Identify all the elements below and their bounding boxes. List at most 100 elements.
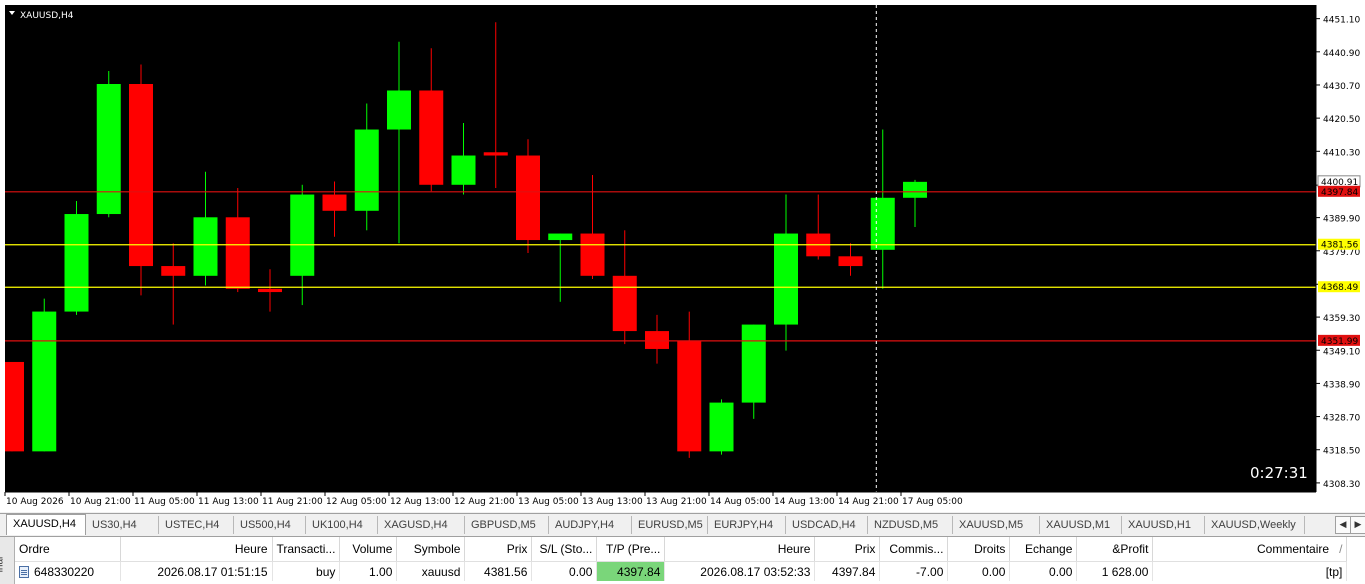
price-level-label: 4368.49: [1321, 283, 1358, 293]
price-level-label: 4397.84: [1321, 188, 1358, 198]
chart-tab[interactable]: UK100,H4: [306, 516, 378, 534]
candle-body: [903, 181, 927, 198]
tab-scroll-left-icon[interactable]: ◀: [1335, 516, 1351, 534]
chart-tab[interactable]: US30,H4: [86, 516, 159, 534]
col-price-close[interactable]: Prix: [814, 537, 881, 562]
cell-price-close: 4397.84: [814, 561, 881, 581]
candle-body: [32, 311, 57, 452]
x-tick-label: 13 Aug 21:00: [646, 497, 707, 507]
cell-order: 648330220: [15, 561, 121, 581]
col-time-close[interactable]: Heure: [664, 537, 816, 562]
y-tick-label: 4389.90: [1323, 215, 1360, 225]
chart-tab[interactable]: XAUUSD,Weekly: [1205, 516, 1305, 534]
cell-fees: 0.00: [947, 561, 1011, 581]
candle-body: [290, 194, 315, 276]
x-tick-label: 13 Aug 13:00: [582, 497, 643, 507]
candle-body: [645, 331, 669, 349]
col-fees[interactable]: Droits: [947, 537, 1011, 562]
candle-body: [64, 214, 89, 312]
col-tp[interactable]: T/P (Pre...: [596, 537, 666, 562]
cell-volume: 1.00: [339, 561, 398, 581]
candle-body: [870, 197, 895, 250]
y-tick-label: 4440.90: [1323, 49, 1360, 59]
col-profit[interactable]: &Profit: [1076, 537, 1154, 562]
x-tick-label: 12 Aug 13:00: [390, 497, 451, 507]
table-row[interactable]: 648330220 2026.08.17 01:51:15 buy 1.00 x…: [15, 561, 1348, 581]
cell-swap: 0.00: [1009, 561, 1078, 581]
cell-sl: 0.00: [531, 561, 598, 581]
chart-tab[interactable]: NZDUSD,M5: [868, 516, 953, 534]
y-tick-label: 4328.70: [1323, 414, 1360, 424]
candle-body: [774, 233, 798, 325]
candle-body: [612, 275, 637, 332]
col-order[interactable]: Ordre: [15, 537, 121, 562]
cell-type: buy: [272, 561, 341, 581]
cell-profit: 1 628.00: [1076, 561, 1154, 581]
col-type[interactable]: Transacti...: [272, 537, 341, 562]
candle-body: [129, 83, 153, 267]
chart-tab[interactable]: XAUUSD,M1: [1040, 516, 1122, 534]
cell-time-close: 2026.08.17 03:52:33: [664, 561, 816, 581]
col-volume[interactable]: Volume: [339, 537, 398, 562]
col-time-open[interactable]: Heure: [120, 537, 273, 562]
candle-body: [354, 129, 379, 211]
cell-comment: [tp]: [1152, 561, 1348, 581]
y-tick-label: 4308.30: [1323, 480, 1360, 490]
chart-tab[interactable]: GBPUSD,M5: [465, 516, 549, 534]
cell-symbol: xauusd: [396, 561, 466, 581]
terminal-panel: inal Ordre Heure Transacti... Volume Sym…: [0, 536, 1365, 584]
candle-body: [677, 340, 702, 452]
x-tick-label: 10 Aug 2026: [6, 497, 64, 507]
tab-scroll-right-icon[interactable]: ▶: [1350, 516, 1365, 534]
x-tick-label: 14 Aug 05:00: [710, 497, 771, 507]
y-tick-label: 4318.50: [1323, 447, 1360, 457]
chart-tab[interactable]: AUDJPY,H4: [549, 516, 632, 534]
candle-body: [387, 90, 411, 130]
cell-commission: -7.00: [879, 561, 949, 581]
x-tick-label: 14 Aug 13:00: [774, 497, 835, 507]
chart-tab[interactable]: XAUUSD,H1: [1122, 516, 1205, 534]
col-commission[interactable]: Commis...: [879, 537, 949, 562]
candle-body: [322, 194, 347, 211]
y-tick-label: 4451.10: [1323, 16, 1360, 26]
col-sl[interactable]: S/L (Sto...: [531, 537, 598, 562]
chart-tab[interactable]: XAUUSD,H4: [6, 514, 86, 535]
candle-body: [516, 155, 540, 241]
chart-tab[interactable]: USDCAD,H4: [786, 516, 868, 534]
cell-time-open: 2026.08.17 01:51:15: [120, 561, 273, 581]
candle-body: [709, 402, 734, 452]
candle-body: [451, 155, 476, 185]
chart-window[interactable]: 4451.104440.904430.704420.504410.304399.…: [0, 0, 1365, 512]
chart-tab[interactable]: XAGUSD,H4: [378, 516, 465, 534]
table-header-row: Ordre Heure Transacti... Volume Symbole …: [15, 537, 1348, 562]
col-comment[interactable]: Commentaire /: [1152, 537, 1348, 562]
candle-body: [96, 83, 121, 215]
col-symbol[interactable]: Symbole: [396, 537, 466, 562]
x-tick-label: 10 Aug 21:00: [70, 497, 131, 507]
candle-body: [580, 233, 605, 276]
chart-tab[interactable]: USTEC,H4: [159, 516, 234, 534]
chart-tab[interactable]: US500,H4: [234, 516, 306, 534]
candle-body: [741, 324, 766, 403]
chart-tabs-bar: XAUUSD,H4 US30,H4 USTEC,H4 US500,H4 UK100,H4…: [0, 513, 1365, 536]
x-tick-label: 11 Aug 05:00: [134, 497, 195, 507]
candle-body: [258, 288, 282, 293]
candle-body: [419, 90, 444, 185]
candle-body: [548, 233, 573, 241]
x-tick-label: 11 Aug 13:00: [198, 497, 259, 507]
y-tick-label: 4349.10: [1323, 347, 1360, 357]
col-price-open[interactable]: Prix: [464, 537, 533, 562]
chart-tab[interactable]: EURUSD,M5: [632, 516, 708, 534]
terminal-side-tab[interactable]: inal: [0, 537, 15, 584]
x-tick-label: 11 Aug 21:00: [262, 497, 323, 507]
price-chart[interactable]: 4451.104440.904430.704420.504410.304399.…: [0, 0, 1365, 512]
cell-tp: 4397.84: [596, 561, 666, 581]
terminal-side-label: inal: [0, 556, 6, 573]
chart-tab[interactable]: XAUUSD,M5: [953, 516, 1040, 534]
col-swap[interactable]: Echange: [1009, 537, 1078, 562]
chart-tab[interactable]: EURJPY,H4: [708, 516, 786, 534]
cell-price-open: 4381.56: [464, 561, 533, 581]
y-tick-label: 4430.70: [1323, 82, 1360, 92]
chart-title: XAUUSD,H4: [20, 11, 74, 21]
y-tick-label: 4338.90: [1323, 380, 1360, 390]
